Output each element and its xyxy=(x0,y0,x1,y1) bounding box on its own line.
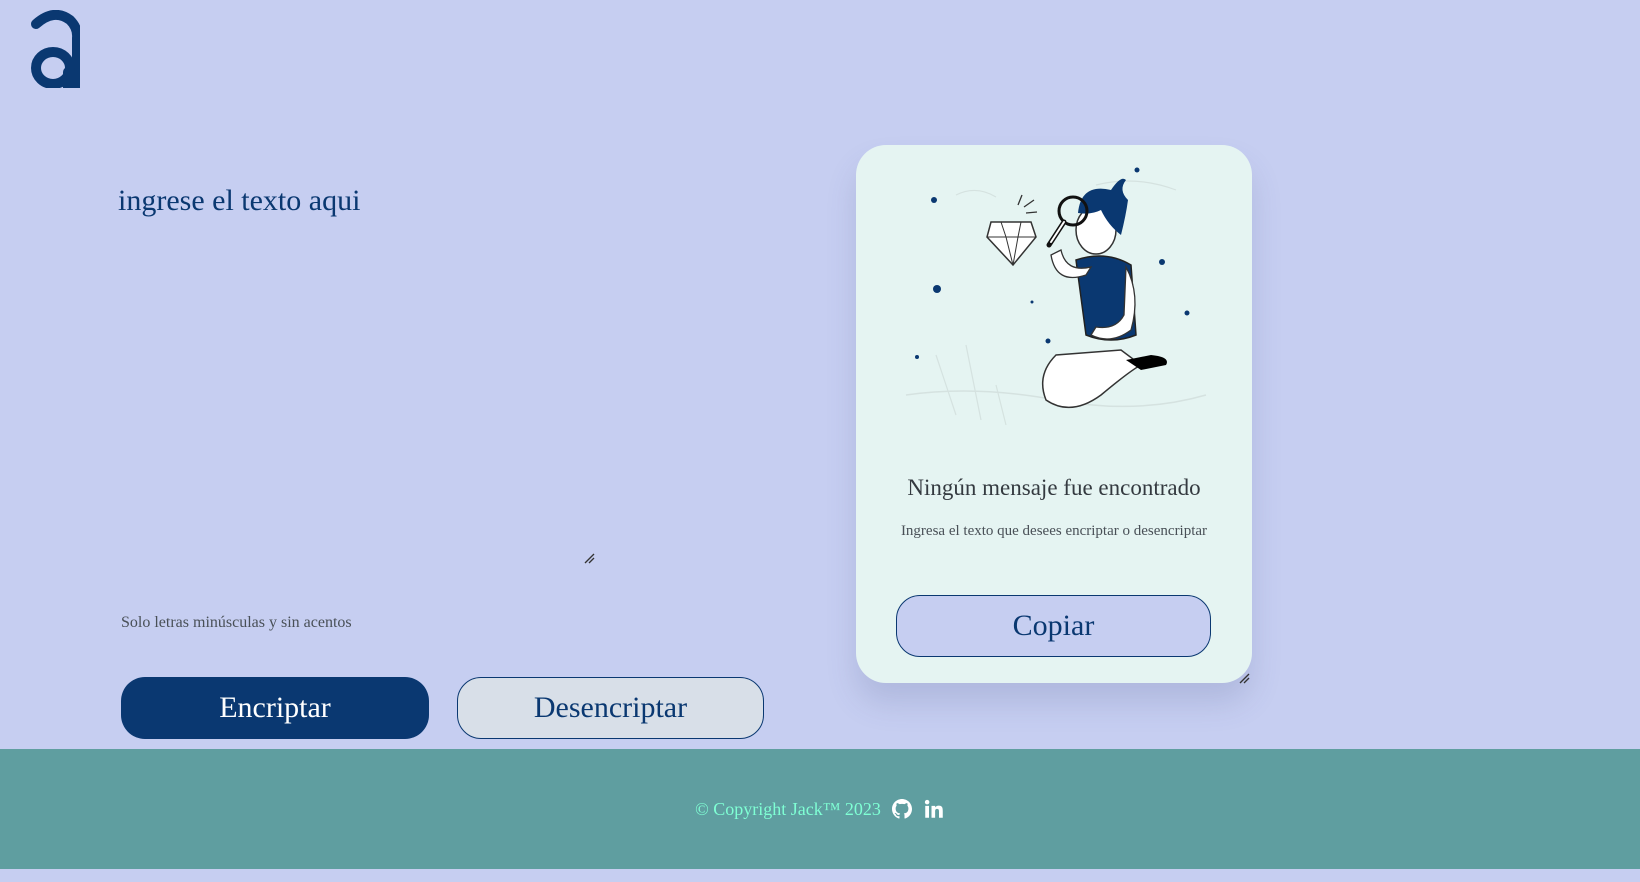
github-icon[interactable] xyxy=(891,798,913,820)
input-hint: Solo letras minúsculas y sin acentos xyxy=(121,614,352,632)
copyright-text: © Copyright Jack™ 2023 xyxy=(695,798,881,819)
card-resize-grip[interactable] xyxy=(1238,669,1250,684)
hint-text: Solo letras minúsculas y sin acentos xyxy=(121,614,352,631)
person-with-magnifier-and-diamond-illustration xyxy=(896,155,1216,435)
decrypt-button[interactable]: Desencriptar xyxy=(457,677,764,739)
output-card: Ningún mensaje fue encontrado Ingresa el… xyxy=(856,145,1252,684)
textarea-resize-grip[interactable] xyxy=(583,549,595,564)
encrypt-button-label: Encriptar xyxy=(219,691,331,724)
logo xyxy=(28,9,83,91)
linkedin-icon[interactable] xyxy=(923,798,945,820)
decrypt-button-label: Desencriptar xyxy=(533,691,688,724)
encrypt-button[interactable]: Encriptar xyxy=(121,677,429,739)
empty-message-subtitle: Ingresa el texto que desees encriptar o … xyxy=(900,523,1208,539)
footer: © Copyright Jack™ 2023 xyxy=(0,749,1640,869)
empty-message-title: Ningún mensaje fue encontrado xyxy=(907,475,1201,500)
copy-button[interactable]: Copiar xyxy=(896,595,1211,657)
text-input[interactable] xyxy=(118,184,598,564)
copy-button-label: Copiar xyxy=(1012,609,1095,642)
